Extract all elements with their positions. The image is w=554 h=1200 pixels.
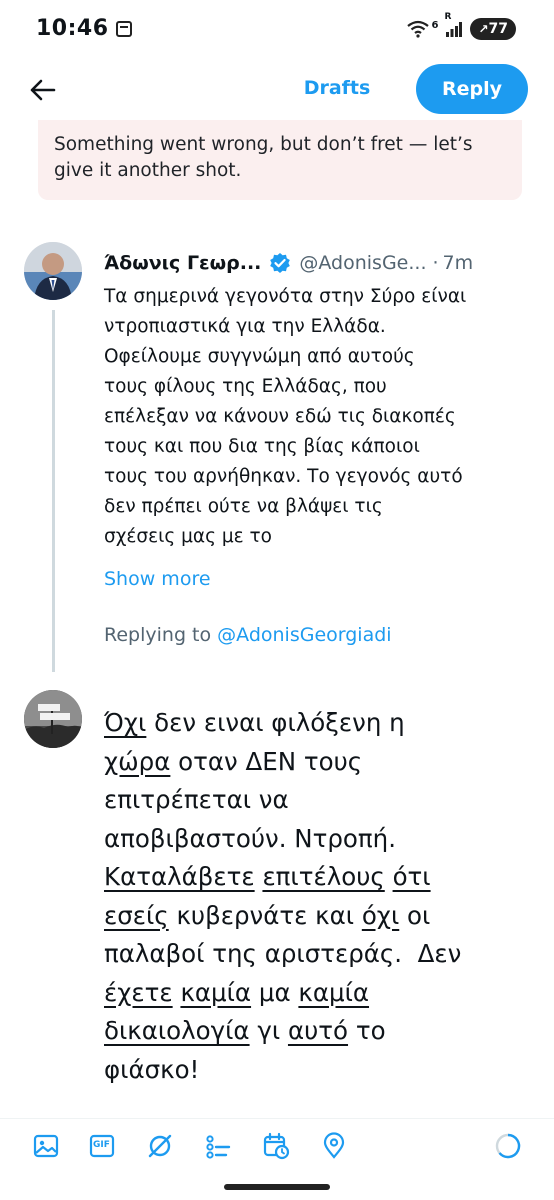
reply-text-segment: κυβερνάτε και (168, 900, 362, 930)
gesture-nav-bar[interactable] (224, 1184, 330, 1190)
battery-level: 77 (488, 21, 508, 37)
tweet-text-line: τους του αρνήθηκαν. Το γεγονός αυτό (104, 466, 463, 487)
spellcheck-flagged-word: επιτέλους (262, 862, 385, 891)
author-avatar[interactable] (24, 242, 82, 300)
signal-icon: R (444, 12, 463, 37)
header-separator: · (432, 252, 439, 274)
spellcheck-flagged-word: αυτό (287, 1016, 349, 1045)
wifi-icon (407, 20, 430, 38)
reply-text-segment: φιάσκο! (104, 1054, 200, 1084)
reply-text-line: φιάσκο! (104, 1051, 524, 1090)
image-icon[interactable] (32, 1132, 60, 1160)
spellcheck-flagged-word: εσείς (104, 900, 169, 930)
tweet-text-line: ντροπιαστικά για την Ελλάδα. (104, 316, 386, 337)
tweet-header: Άδωνις Γεωρ... @AdonisGe... · 7m (104, 248, 534, 278)
drafts-button[interactable]: Drafts (300, 77, 374, 99)
tweet-text: Τα σημερινά γεγονότα στην Σύρο είναι ντρ… (104, 282, 524, 552)
reply-text-segment: γι (249, 1016, 288, 1045)
gif-icon[interactable]: GIF (88, 1132, 116, 1160)
character-count-ring (494, 1132, 522, 1160)
verified-badge-icon (269, 252, 291, 274)
reply-text-line: Όχι δεν ειναι φιλόξενη η (104, 704, 524, 743)
location-icon[interactable] (320, 1132, 348, 1160)
spellcheck-flagged-word: καμία (298, 977, 370, 1007)
replying-to-handle[interactable]: @AdonisGeorgiadi (217, 624, 391, 646)
composer-header: Drafts Reply (0, 60, 554, 120)
calendar-notification-icon (116, 21, 132, 37)
reply-text-line: αποβιβαστούν. Ντροπή. (104, 820, 524, 859)
poll-icon[interactable] (204, 1132, 232, 1160)
spellcheck-flagged-word: δικαιολογία (104, 1016, 250, 1045)
charging-icon: ↗ (478, 22, 489, 36)
replying-to-prefix: Replying to (104, 624, 218, 646)
spellcheck-flagged-word: όχι (361, 900, 400, 930)
tweet-timestamp: 7m (442, 252, 474, 274)
show-more-link[interactable]: Show more (104, 568, 211, 590)
author-name[interactable]: Άδωνις Γεωρ... (104, 252, 261, 274)
back-arrow-icon[interactable] (26, 74, 58, 106)
grok-icon[interactable] (146, 1132, 174, 1160)
status-bar: 10:46 6 R ↗77 (0, 0, 554, 60)
reply-text-segment (385, 862, 393, 891)
spellcheck-flagged-word: ότι (392, 862, 431, 891)
reply-text-line: παλαβοί της αριστεράς. Δεν (104, 935, 524, 974)
reply-text-segment: παλαβοί της αριστεράς. Δεν (104, 939, 462, 968)
status-time: 10:46 (36, 16, 109, 41)
roaming-label: R (444, 12, 452, 22)
reply-text-input[interactable]: Όχι δεν ειναι φιλόξενη η χώρα οταν ΔΕΝ το… (104, 704, 524, 1089)
tweet-text-line: επέλεξαν να κάνουν εδώ τις διακοπές (104, 406, 456, 427)
schedule-icon[interactable] (262, 1132, 290, 1160)
status-indicators: 6 R ↗77 (407, 12, 516, 40)
spellcheck-flagged-word: έχετε (104, 977, 173, 1007)
spellcheck-flagged-word: καμία (180, 977, 252, 1007)
battery-indicator: ↗77 (470, 18, 516, 40)
thread-connector-line (52, 310, 55, 672)
spellcheck-flagged-word: Καταλάβετε (104, 862, 255, 891)
reply-text-line: επιτρέπεται να (104, 781, 524, 820)
reply-button[interactable]: Reply (416, 64, 528, 114)
network-type-label: 6 (431, 19, 439, 31)
spellcheck-flagged-word: Όχι (104, 708, 147, 737)
tweet-text-line: δεν πρέπει ούτε να βλάψει τις (104, 496, 383, 517)
reply-text-segment: αποβιβαστούν. Ντροπή. (104, 823, 396, 853)
reply-text-line: χώρα οταν ΔΕΝ τους (104, 743, 524, 782)
tweet-text-line: Τα σημερινά γεγονότα στην Σύρο είναι (104, 286, 467, 307)
reply-text-segment: οταν ΔΕΝ τους (170, 746, 363, 776)
reply-text-segment: δεν ειναι φιλόξενη η (146, 708, 405, 737)
reply-text-segment: οι (399, 900, 431, 930)
reply-text-line: Καταλάβετε επιτέλους ότι (104, 858, 524, 897)
tweet-text-line: Οφείλουμε συγγνώμη από αυτούς (104, 346, 415, 367)
user-avatar[interactable] (24, 690, 82, 748)
tweet-text-line: σχέσεις μας με το (104, 526, 272, 547)
reply-text-line: δικαιολογία γι αυτό το (104, 1012, 524, 1051)
gif-label: GIF (93, 1140, 110, 1150)
error-message: Something went wrong, but don’t fret — l… (54, 134, 473, 181)
tweet-text-line: τους φίλους της Ελλάδας, που (104, 376, 387, 397)
error-banner: Something went wrong, but don’t fret — l… (38, 120, 522, 200)
tweet-text-line: τους και που δια της βίας κάποιοι (104, 436, 420, 457)
reply-text-line: εσείς κυβερνάτε και όχι οι (104, 897, 524, 936)
author-handle[interactable]: @AdonisGe... (299, 252, 426, 274)
reply-text-line: έχετε καμία μα καμία (104, 974, 524, 1013)
reply-text-segment: επιτρέπεται να (104, 785, 289, 814)
spellcheck-flagged-word: χώρα (104, 746, 171, 776)
reply-text-segment: το (348, 1016, 386, 1045)
reply-text-segment: μα (251, 977, 299, 1007)
replying-to: Replying to @AdonisGeorgiadi (104, 624, 392, 646)
